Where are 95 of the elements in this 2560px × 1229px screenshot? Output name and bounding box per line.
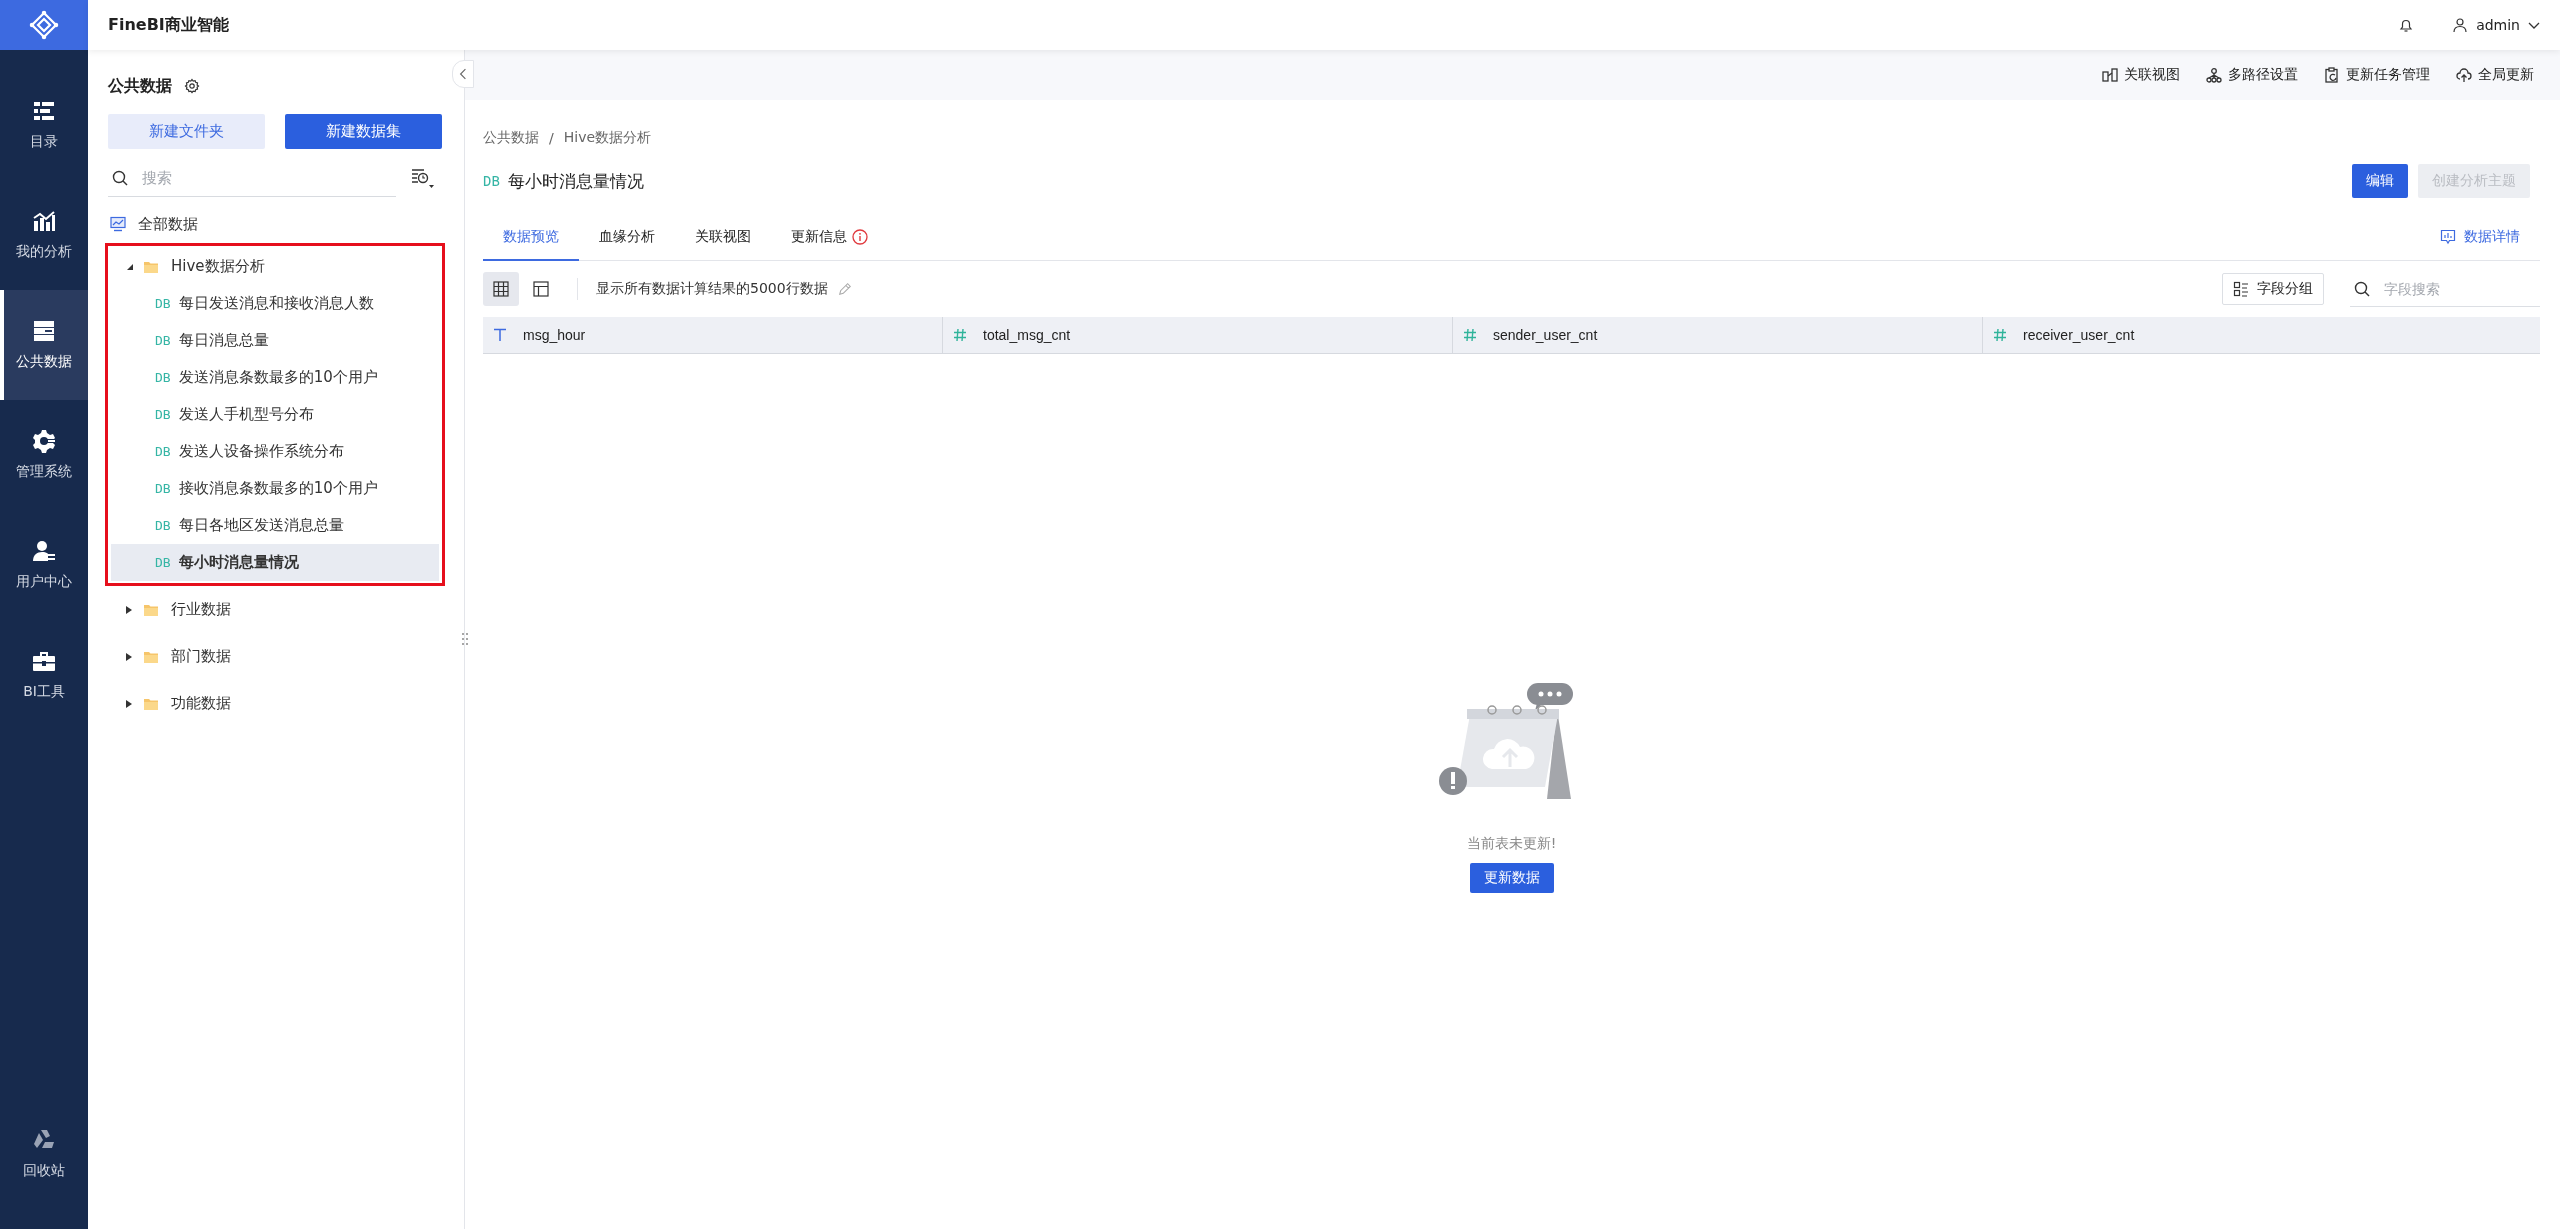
filter-history-icon[interactable] — [410, 167, 434, 189]
folder-icon — [143, 649, 159, 664]
db-tag: DB — [155, 518, 171, 533]
folder-icon — [143, 259, 159, 274]
nav-item[interactable]: 公共数据 — [0, 290, 88, 400]
db-tag: DB — [155, 296, 171, 311]
db-tag: DB — [483, 173, 500, 189]
nav-item[interactable]: 管理系统 — [0, 400, 88, 510]
tree-item[interactable]: DB 每日发送消息和接收消息人数 — [111, 285, 439, 322]
column-name: total_msg_cnt — [983, 327, 1071, 343]
person-icon — [2452, 17, 2469, 33]
db-tag: DB — [155, 555, 171, 570]
column-header[interactable]: total_msg_cnt — [943, 317, 1453, 353]
number-type-icon — [953, 328, 967, 342]
tab[interactable]: 更新信息 — [771, 214, 888, 261]
grid-icon — [493, 281, 509, 297]
tab[interactable]: 血缘分析 — [579, 214, 675, 261]
tree-item[interactable]: DB 发送人设备操作系统分布 — [111, 433, 439, 470]
data-details-link[interactable]: 数据详情 — [2440, 214, 2540, 260]
breadcrumb-link[interactable]: Hive数据分析 — [563, 129, 652, 147]
toolbox-icon — [32, 649, 56, 673]
tree-item[interactable]: DB 发送人手机型号分布 — [111, 396, 439, 433]
tree-item[interactable]: 全部数据 — [108, 205, 442, 243]
tree-item[interactable]: DB 每日消息总量 — [111, 322, 439, 359]
column-name: msg_hour — [523, 327, 586, 343]
field-search[interactable]: 字段搜索 — [2350, 271, 2540, 307]
tree-item[interactable]: DB 每小时消息量情况 — [111, 544, 439, 581]
app-title: FineBI商业智能 — [108, 14, 229, 36]
field-group-button[interactable]: 字段分组 — [2222, 273, 2324, 305]
column-name: receiver_user_cnt — [2023, 327, 2135, 343]
toolbar-button[interactable]: 全局更新 — [2456, 66, 2534, 84]
nav-item[interactable]: BI工具 — [0, 620, 88, 730]
column-header[interactable]: msg_hour — [483, 317, 943, 353]
toolbar-button[interactable]: 关联视图 — [2102, 66, 2180, 84]
tree-item[interactable]: DB 发送消息条数最多的10个用户 — [111, 359, 439, 396]
collapse-button[interactable] — [452, 60, 474, 88]
hierarchy-icon — [2206, 67, 2222, 83]
folder-icon — [143, 696, 159, 711]
text-type-icon — [493, 328, 507, 342]
tab[interactable]: 数据预览 — [483, 214, 579, 261]
gear-icon — [32, 429, 56, 453]
relation-icon — [2102, 67, 2118, 83]
clipboard-icon — [2324, 67, 2340, 83]
grid-view-button[interactable] — [483, 272, 519, 306]
search-field[interactable]: 搜索 — [108, 159, 396, 197]
drag-handle-icon[interactable] — [461, 632, 469, 646]
panel-title: 公共数据 — [108, 75, 172, 97]
update-data-button[interactable]: 更新数据 — [1469, 862, 1554, 893]
search-icon[interactable] — [2354, 281, 2370, 297]
tree-folder[interactable]: 部门数据 — [111, 638, 439, 675]
chart-bubble-icon — [2440, 229, 2456, 245]
column-name: sender_user_cnt — [1493, 327, 1598, 343]
layout-icon — [533, 281, 549, 297]
nav-item[interactable]: 我的分析 — [0, 180, 88, 290]
folder-icon — [143, 602, 159, 617]
tree-folder[interactable]: Hive数据分析 — [111, 248, 439, 285]
db-tag: DB — [155, 370, 171, 385]
recycle-bin-item[interactable]: 回收站 — [0, 1099, 88, 1209]
user-icon — [32, 539, 56, 563]
new-folder-button[interactable]: 新建文件夹 — [108, 114, 265, 149]
breadcrumb-separator: / — [549, 130, 554, 146]
chevron-left-icon — [459, 68, 467, 80]
breadcrumb-link[interactable]: 公共数据 — [483, 129, 539, 147]
monitor-chart-icon — [110, 216, 126, 232]
new-dataset-button[interactable]: 新建数据集 — [285, 114, 442, 149]
tree-folder[interactable]: 行业数据 — [111, 591, 439, 628]
bar-chart-icon — [32, 209, 56, 233]
preview-note: 显示所有数据计算结果的5000行数据 — [596, 280, 828, 298]
list-icon — [2233, 281, 2249, 297]
catalog-icon — [32, 99, 56, 123]
bell-icon[interactable] — [2398, 17, 2415, 33]
dataset-title: 每小时消息量情况 — [507, 169, 644, 193]
toolbar-button[interactable]: 更新任务管理 — [2324, 66, 2430, 84]
nav-item[interactable]: 用户中心 — [0, 510, 88, 620]
db-tag: DB — [155, 481, 171, 496]
column-header[interactable]: sender_user_cnt — [1453, 317, 1983, 353]
search-icon[interactable] — [112, 170, 128, 186]
db-tag: DB — [155, 444, 171, 459]
column-header[interactable]: receiver_user_cnt — [1983, 317, 2540, 353]
tree-item[interactable]: DB 接收消息条数最多的10个用户 — [111, 470, 439, 507]
empty-message: 当前表未更新! — [1466, 834, 1557, 853]
tab[interactable]: 关联视图 — [675, 214, 771, 261]
user-menu[interactable]: admin — [2452, 17, 2540, 33]
tree-folder[interactable]: 功能数据 — [111, 685, 439, 722]
settings-icon[interactable] — [184, 78, 200, 94]
cloud-upload-icon — [2456, 67, 2472, 83]
edit-button[interactable]: 编辑 — [2352, 164, 2408, 198]
db-tag: DB — [155, 333, 171, 348]
number-type-icon — [1463, 328, 1477, 342]
tree-item[interactable]: DB 每日各地区发送消息总量 — [111, 507, 439, 544]
db-tag: DB — [155, 407, 171, 422]
nav-item[interactable]: 目录 — [0, 70, 88, 180]
toolbar-button[interactable]: 多路径设置 — [2206, 66, 2298, 84]
database-icon — [32, 319, 56, 343]
number-type-icon — [1993, 328, 2007, 342]
